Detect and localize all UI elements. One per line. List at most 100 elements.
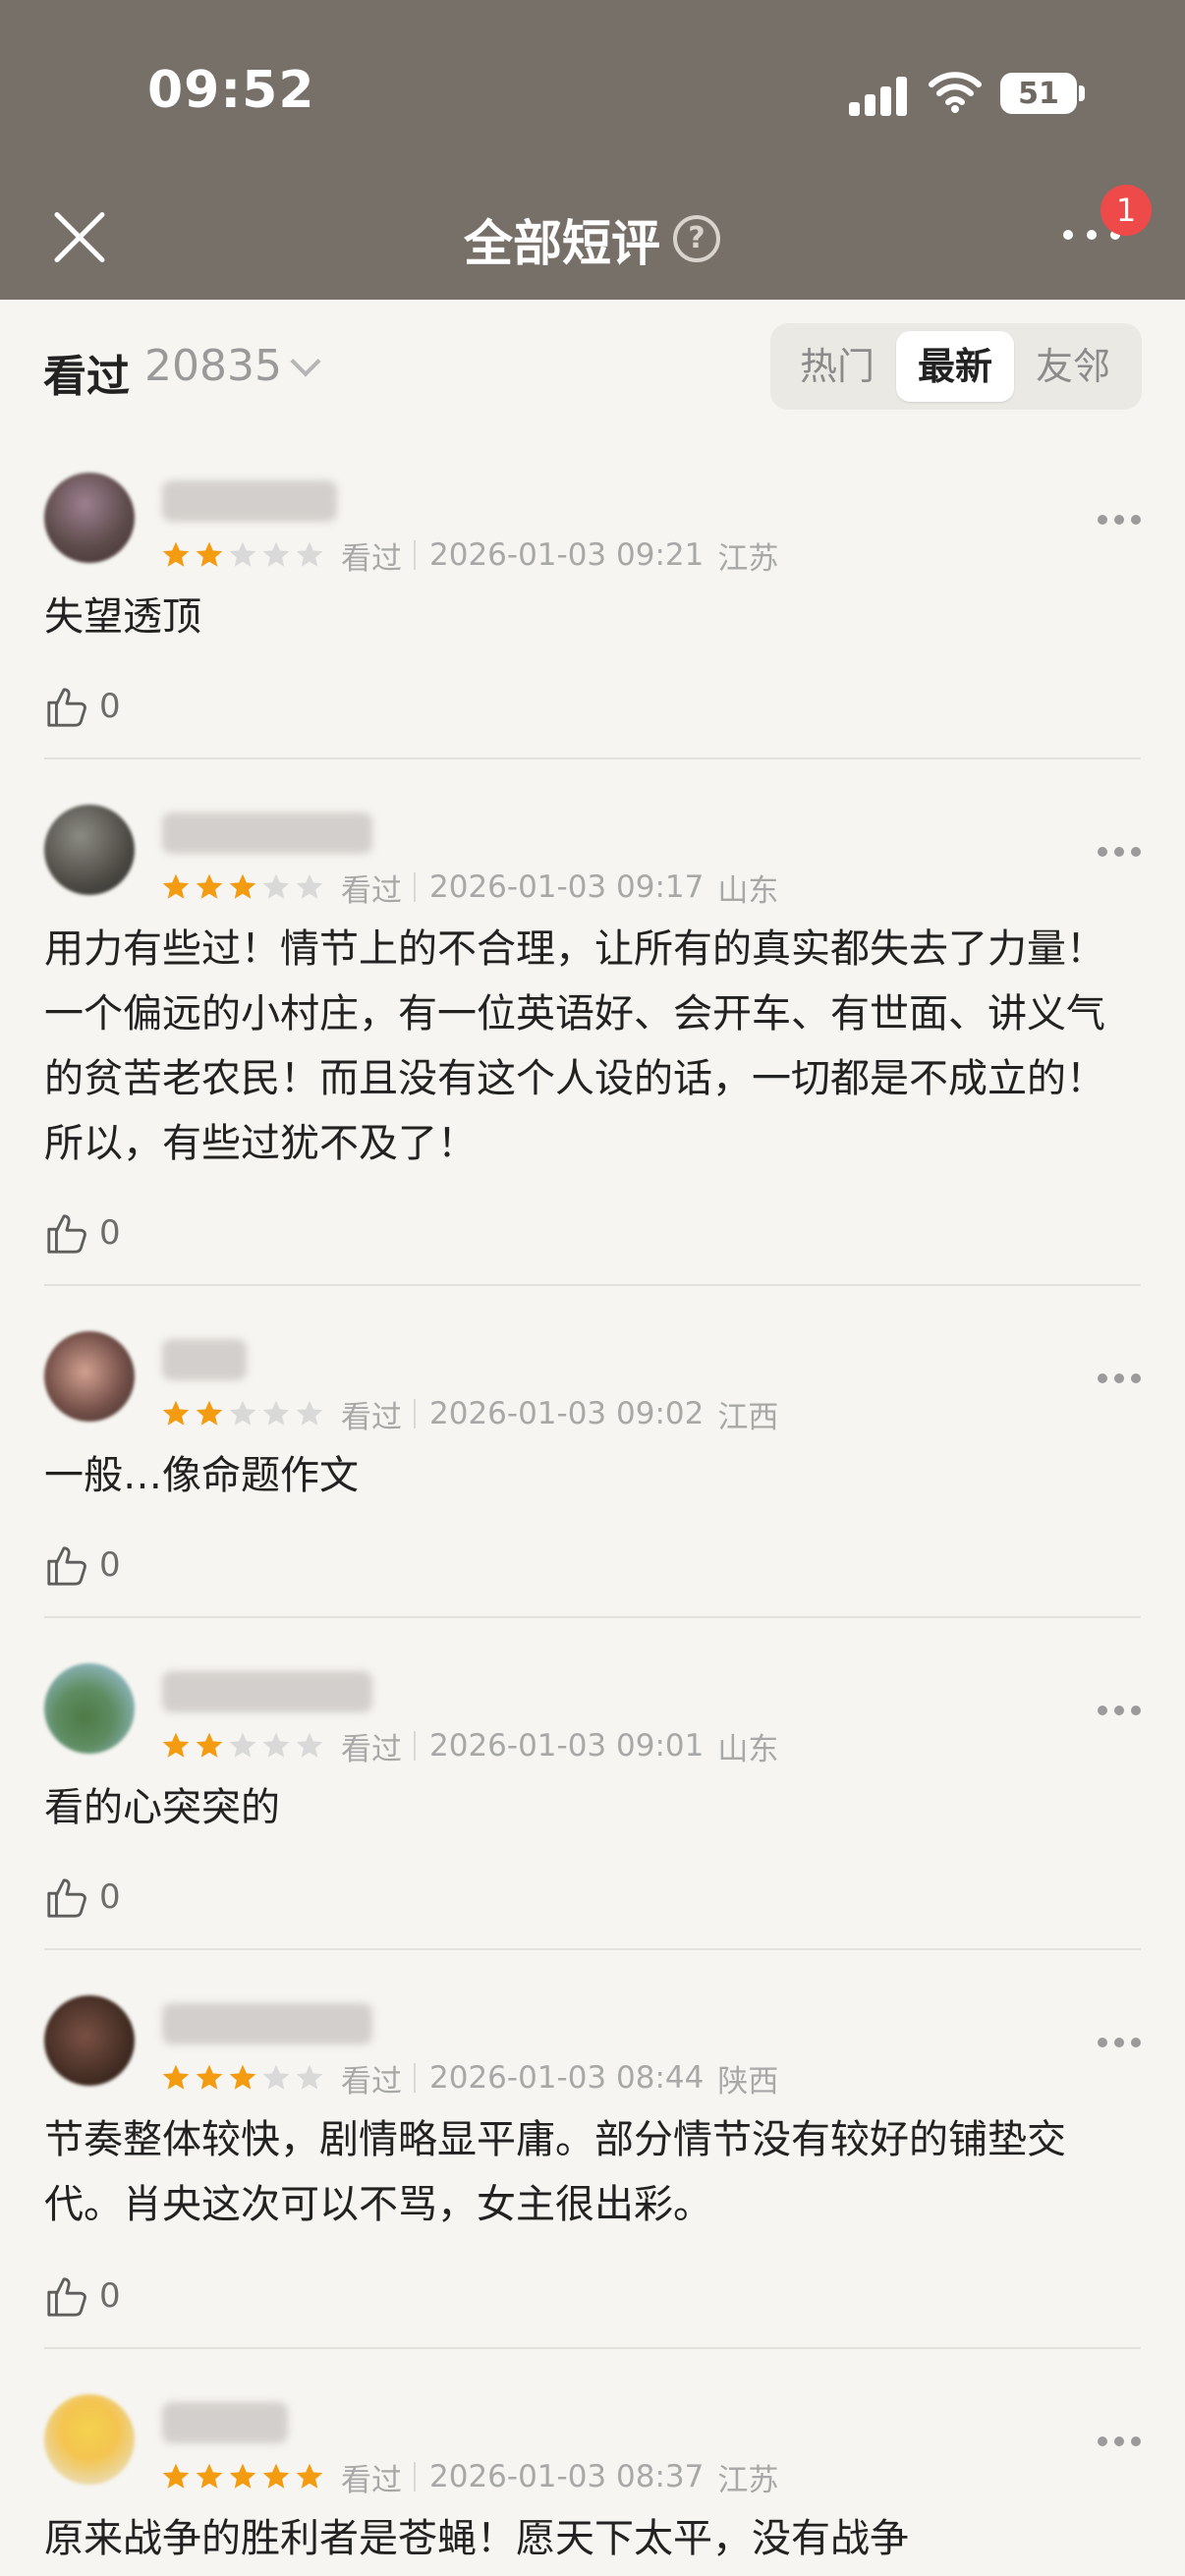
close-button[interactable] [49,206,110,267]
review-time: 2026-01-03 09:01 [429,1728,705,1764]
review-location: 江苏 [717,2462,779,2498]
watch-status: 看过 [341,2063,402,2100]
watch-status: 看过 [341,872,402,909]
review-item: 看过 2026-01-03 09:17 山东 用力有些过！情节上的不合理，让所有… [44,759,1141,1286]
signal-icon [849,73,908,116]
like-count: 0 [99,1545,121,1585]
review-text: 一般…像命题作文 [44,1453,359,1498]
avatar[interactable] [44,2394,135,2485]
review-location: 陕西 [717,2063,779,2100]
review-location: 江西 [717,1399,779,1435]
review-meta: 看过 2026-01-03 09:17 山东 [160,868,779,909]
tab-friends[interactable]: 友邻 [1014,331,1132,402]
watch-status: 看过 [341,1399,402,1435]
status-time: 09:52 [147,61,315,120]
rating-stars [160,871,325,903]
review-text: 看的心突突的 [44,1785,280,1830]
avatar[interactable] [44,1995,135,2086]
star-empty-icon [296,1400,323,1426]
avatar[interactable] [44,473,135,563]
review-meta: 看过 2026-01-03 09:02 江西 [160,1394,779,1435]
review-more-button[interactable] [1098,2435,1141,2448]
star-filled-icon [262,2463,290,2489]
star-empty-icon [229,1732,256,1758]
divider [414,2462,416,2492]
review-item: 看过 2026-01-03 09:02 江西 一般…像命题作文 0 [44,1286,1141,1618]
review-more-button[interactable] [1098,1372,1141,1385]
star-empty-icon [262,873,290,899]
review-text: 节奏整体较快，剧情略显平庸。部分情节没有较好的铺垫交代。肖央这次可以不骂，女主很… [44,2117,1066,2227]
star-empty-icon [262,1400,290,1426]
like-count: 0 [99,1877,121,1917]
star-empty-icon [262,1732,290,1758]
like-button[interactable]: 0 [44,2272,121,2320]
star-filled-icon [162,2064,190,2090]
avatar[interactable] [44,1663,135,1754]
review-text: 用力有些过！情节上的不合理，让所有的真实都失去了力量！一个偏远的小村庄，有一位英… [44,926,1105,1166]
rating-stars [160,2461,325,2492]
review-more-button[interactable] [1098,513,1141,527]
thumbs-up-icon [47,1214,86,1254]
star-filled-icon [229,2064,256,2090]
help-icon[interactable]: ? [673,215,720,262]
divider [414,2063,416,2093]
star-filled-icon [196,2463,223,2489]
sort-segmented-control: 热门 最新 友邻 [770,323,1142,410]
star-filled-icon [196,1732,223,1758]
review-meta: 看过 2026-01-03 08:37 江苏 [160,2457,779,2498]
watch-status: 看过 [341,1731,402,1767]
star-filled-icon [162,1732,190,1758]
thumbs-up-icon [47,1878,86,1918]
review-meta: 看过 2026-01-03 09:21 江苏 [160,535,779,577]
star-filled-icon [162,1400,190,1426]
divider [414,540,416,570]
review-item: 看过 2026-01-03 08:44 陕西 节奏整体较快，剧情略显平庸。部分情… [44,1950,1141,2349]
review-more-button[interactable] [1098,1704,1141,1717]
wifi-icon [929,72,982,113]
username-blurred[interactable] [162,812,372,854]
review-location: 江苏 [717,540,779,577]
review-text: 失望透顶 [44,594,201,640]
like-count: 0 [99,687,121,726]
star-filled-icon [162,541,190,567]
review-meta: 看过 2026-01-03 08:44 陕西 [160,2058,779,2100]
review-location: 山东 [717,1731,779,1767]
like-button[interactable]: 0 [44,1541,121,1589]
star-empty-icon [229,1400,256,1426]
thumbs-up-icon [47,688,86,727]
like-count: 0 [99,2276,121,2316]
star-filled-icon [229,873,256,899]
avatar[interactable] [44,1331,135,1422]
page-title: 全部短评 [464,215,660,272]
review-more-button[interactable] [1098,2036,1141,2049]
battery-indicator: 51 [1000,73,1077,114]
filter-count[interactable]: 20835 [144,341,282,391]
review-location: 山东 [717,872,779,909]
thumbs-up-icon [47,2277,86,2317]
review-text: 原来战争的胜利者是苍蝇！愿天下太平，没有战争 [44,2516,909,2561]
review-meta: 看过 2026-01-03 09:01 山东 [160,1726,779,1767]
like-button[interactable]: 0 [44,1874,121,1921]
username-blurred[interactable] [162,2402,288,2443]
username-blurred[interactable] [162,1671,372,1712]
review-more-button[interactable] [1098,845,1141,859]
tab-hot[interactable]: 热门 [778,331,896,402]
star-filled-icon [162,2463,190,2489]
chevron-down-icon[interactable] [290,346,321,377]
filter-bar: 看过 20835 热门 最新 友邻 [0,300,1185,427]
tab-latest[interactable]: 最新 [896,331,1014,402]
star-filled-icon [296,2463,323,2489]
like-button[interactable]: 0 [44,1209,121,1257]
filter-label[interactable]: 看过 [43,341,130,404]
avatar[interactable] [44,805,135,895]
review-item: 看过 2026-01-03 09:01 山东 看的心突突的 0 [44,1618,1141,1950]
star-empty-icon [262,2064,290,2090]
username-blurred[interactable] [162,1339,247,1380]
star-empty-icon [296,541,323,567]
like-button[interactable]: 0 [44,683,121,730]
username-blurred[interactable] [162,480,337,522]
username-blurred[interactable] [162,2003,372,2044]
review-time: 2026-01-03 08:37 [429,2459,705,2494]
star-filled-icon [229,2463,256,2489]
like-count: 0 [99,1213,121,1253]
